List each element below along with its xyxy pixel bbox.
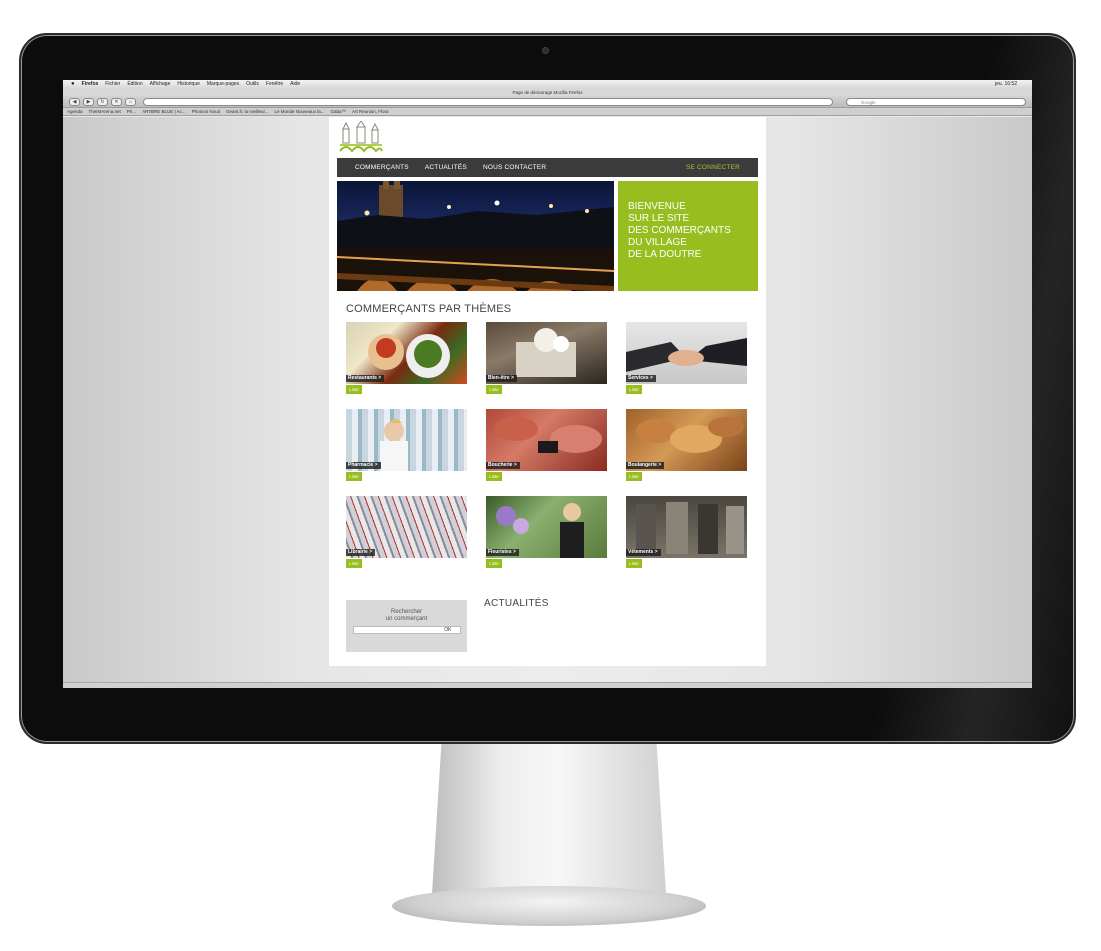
list-button[interactable]: Liste	[346, 472, 362, 481]
login-link[interactable]: SE CONNECTER	[686, 164, 740, 171]
nav-actualites[interactable]: ACTUALITÉS	[425, 164, 467, 171]
theme-label[interactable]: Boucherie >	[486, 462, 520, 469]
merchant-search-input[interactable]: OK	[352, 626, 461, 634]
menu-marque-pages[interactable]: Marque-pages	[207, 80, 239, 89]
reload-icon[interactable]: ↻	[97, 97, 108, 106]
search-title-line1: Rechercher	[390, 609, 422, 615]
bookmark-item[interactable]: Photoos Nouit	[192, 108, 220, 115]
hero-image	[337, 181, 614, 291]
status-bar	[63, 682, 1032, 688]
site-nav: COMMERÇANTS ACTUALITÉS NOUS CONTACTER SE…	[337, 158, 758, 177]
theme-card-restaurants[interactable]: Restaurants > Liste	[346, 322, 467, 394]
welcome-line: SUR LE SITE	[628, 213, 690, 224]
theme-photo[interactable]: Vêtements >	[626, 496, 747, 558]
list-button[interactable]: Liste	[626, 472, 642, 481]
merchant-search-panel: Rechercher un commerçant OK	[346, 600, 467, 652]
browser-toolbar: ◀ ▶ ↻ ✕ ⌂ Google	[63, 96, 1032, 108]
bookmark-item[interactable]: ARTBRE BLUE | Ac...	[142, 108, 186, 115]
theme-label[interactable]: Fleuristes >	[486, 549, 519, 556]
theme-card-vetements[interactable]: Vêtements > Liste	[626, 496, 747, 568]
page-content[interactable]: COMMERÇANTS ACTUALITÉS NOUS CONTACTER SE…	[63, 117, 1032, 688]
forward-icon[interactable]: ▶	[83, 97, 94, 106]
bookmark-item[interactable]: Gaba™	[331, 108, 347, 115]
theme-label[interactable]: Restaurants >	[346, 375, 385, 382]
list-button[interactable]: Liste	[486, 559, 502, 568]
welcome-panel: BIENVENUE SUR LE SITE DES COMMERÇANTS DU…	[618, 181, 758, 291]
theme-photo[interactable]: Librairie >	[346, 496, 467, 558]
welcome-line: DE LA DOUTRE	[628, 249, 702, 260]
apple-icon[interactable]: ●	[71, 80, 75, 89]
list-button[interactable]: Liste	[346, 559, 362, 568]
list-button[interactable]: Liste	[486, 385, 502, 394]
list-button[interactable]: Liste	[486, 472, 502, 481]
theme-photo[interactable]: Bien-être >	[486, 322, 607, 384]
theme-label[interactable]: Vêtements >	[626, 549, 661, 556]
theme-photo[interactable]: Pharmacie >	[346, 409, 467, 471]
list-button[interactable]: Liste	[346, 385, 362, 394]
welcome-line: BIENVENUE	[628, 201, 686, 212]
theme-photo[interactable]: Restaurants >	[346, 322, 467, 384]
menu-aide[interactable]: Aide	[290, 80, 300, 89]
theme-card-librairie[interactable]: Librairie > Liste	[346, 496, 467, 568]
theme-label[interactable]: Bien-être >	[486, 375, 517, 382]
home-icon[interactable]: ⌂	[125, 97, 136, 106]
site-logo-icon[interactable]	[339, 121, 383, 155]
menu-firefox[interactable]: Firefox	[82, 80, 99, 89]
monitor-stand	[432, 744, 666, 894]
theme-card-services[interactable]: Services > Liste	[626, 322, 747, 394]
menu-historique[interactable]: Historique	[177, 80, 200, 89]
bookmark-item[interactable]: Art Reunion, Flora	[352, 108, 389, 115]
theme-label[interactable]: Librairie >	[346, 549, 376, 556]
window-title: Page de démarrage Mozilla Firefox	[512, 90, 583, 95]
bookmark-item[interactable]: Ph...	[127, 108, 136, 115]
address-bar[interactable]	[143, 97, 833, 106]
monitor-screen: ● Firefox Fichier Édition Affichage Hist…	[63, 80, 1032, 688]
list-button[interactable]: Liste	[626, 559, 642, 568]
nav-commercants[interactable]: COMMERÇANTS	[355, 164, 409, 171]
nav-contact[interactable]: NOUS CONTACTER	[483, 164, 546, 171]
menu-fichier[interactable]: Fichier	[105, 80, 120, 89]
monitor-stand-base	[392, 886, 706, 926]
bookmark-item[interactable]: Geant.fr, la meilleur...	[226, 108, 269, 115]
search-title-line2: un commerçant	[385, 616, 428, 622]
theme-card-pharmacie[interactable]: Pharmacie > Liste	[346, 409, 467, 481]
theme-card-fleuristes[interactable]: Fleuristes > Liste	[486, 496, 607, 568]
search-input[interactable]: Google	[846, 97, 1026, 106]
themes-heading: COMMERÇANTS PAR THÈMES	[346, 303, 512, 315]
menu-edition[interactable]: Édition	[127, 80, 142, 89]
window-titlebar: Page de démarrage Mozilla Firefox	[63, 89, 1032, 96]
theme-photo[interactable]: Services >	[626, 322, 747, 384]
theme-card-bien-etre[interactable]: Bien-être > Liste	[486, 322, 607, 394]
theme-label[interactable]: Services >	[626, 375, 656, 382]
bookmark-item[interactable]: Le Monde Nouveaux la...	[274, 108, 324, 115]
menu-affichage[interactable]: Affichage	[150, 80, 171, 89]
webcam-icon	[542, 47, 549, 54]
news-heading: ACTUALITÉS	[484, 598, 549, 609]
welcome-line: DU VILLAGE	[628, 237, 687, 248]
back-icon[interactable]: ◀	[69, 97, 80, 106]
theme-card-boulangerie[interactable]: Boulangerie > Liste	[626, 409, 747, 481]
theme-photo[interactable]: Fleuristes >	[486, 496, 607, 558]
menu-outils[interactable]: Outils	[246, 80, 259, 89]
list-button[interactable]: Liste	[626, 385, 642, 394]
bookmark-item[interactable]: Agenda	[67, 108, 83, 115]
theme-photo[interactable]: Boucherie >	[486, 409, 607, 471]
os-menubar: ● Firefox Fichier Édition Affichage Hist…	[63, 80, 1032, 89]
welcome-line: DES COMMERÇANTS	[628, 225, 731, 236]
theme-label[interactable]: Boulangerie >	[626, 462, 665, 469]
theme-label[interactable]: Pharmacie >	[346, 462, 381, 469]
stop-icon[interactable]: ✕	[111, 97, 122, 106]
bookmarks-bar: Agenda TheIMArena.net Ph... ARTBRE BLUE …	[63, 108, 1032, 116]
theme-photo[interactable]: Boulangerie >	[626, 409, 747, 471]
menu-fenetre[interactable]: Fenêtre	[266, 80, 283, 89]
website: COMMERÇANTS ACTUALITÉS NOUS CONTACTER SE…	[329, 117, 766, 666]
bookmark-item[interactable]: TheIMArena.net	[89, 108, 121, 115]
menubar-clock[interactable]: jeu. 16:52	[995, 80, 1017, 89]
theme-card-boucherie[interactable]: Boucherie > Liste	[486, 409, 607, 481]
